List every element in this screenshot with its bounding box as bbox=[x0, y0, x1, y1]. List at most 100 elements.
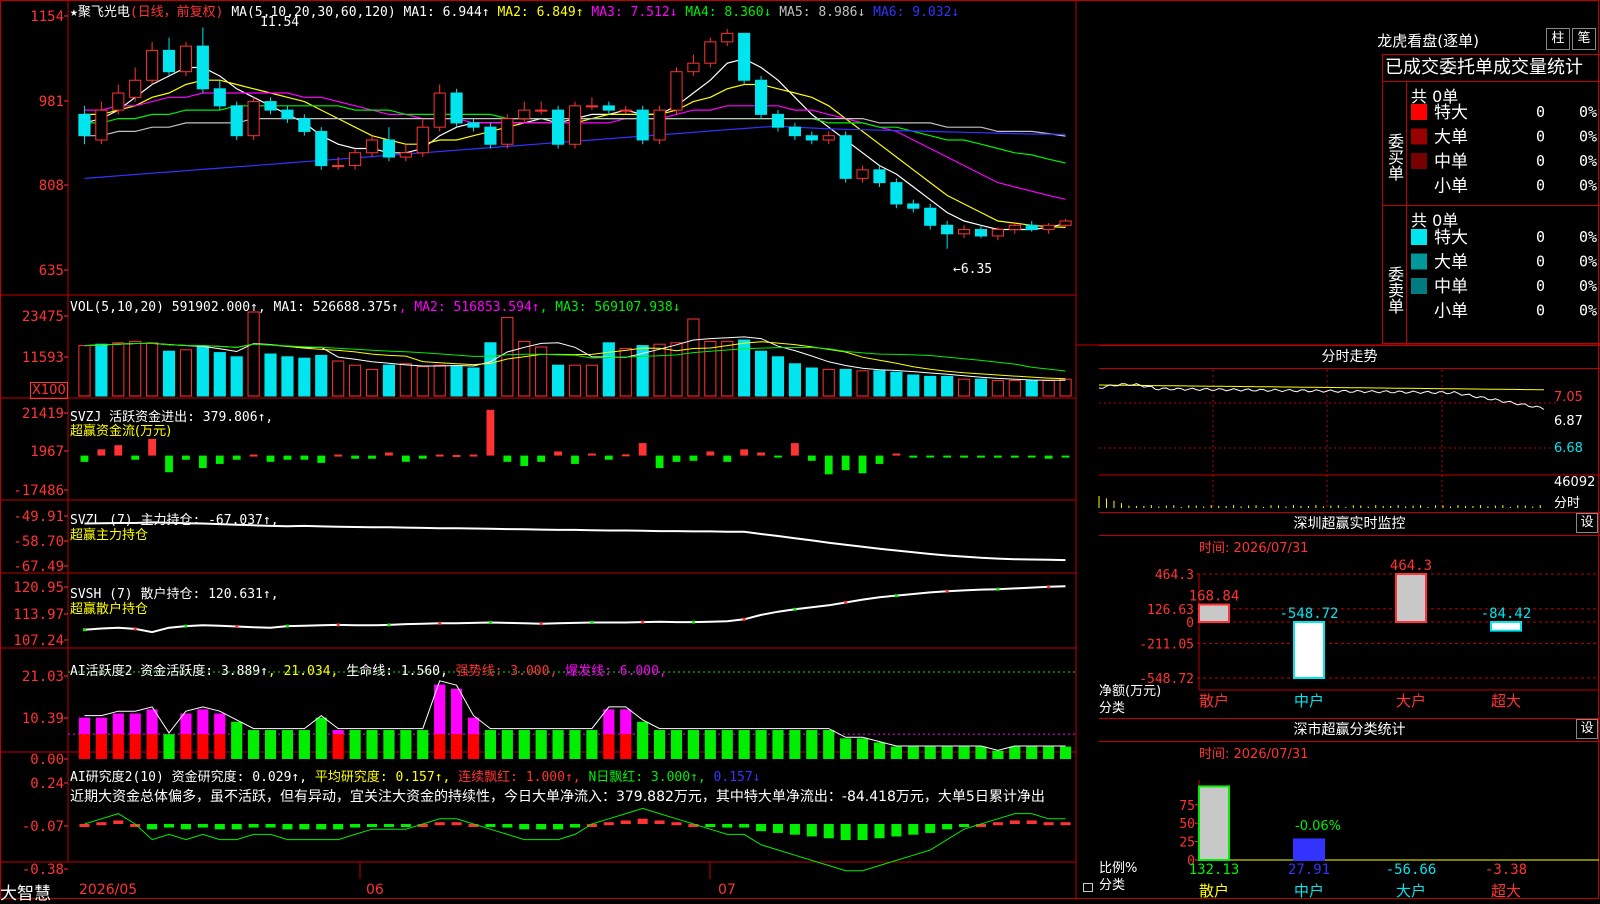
candle-body[interactable] bbox=[196, 45, 209, 90]
fund-flow-bar[interactable] bbox=[215, 455, 224, 464]
fund-flow-bar[interactable] bbox=[317, 455, 326, 463]
volume-bar[interactable] bbox=[941, 375, 954, 397]
activity-bar-hot[interactable] bbox=[467, 717, 480, 735]
candle-body[interactable] bbox=[365, 139, 379, 154]
activity-bar[interactable] bbox=[264, 730, 277, 759]
volume-bar[interactable] bbox=[230, 356, 243, 397]
fund-flow-bar[interactable] bbox=[824, 455, 833, 475]
volume-bar[interactable] bbox=[433, 364, 446, 397]
activity-bar[interactable] bbox=[281, 730, 294, 759]
activity-bar-hot[interactable] bbox=[95, 717, 107, 735]
activity-bar-hot[interactable] bbox=[78, 717, 91, 735]
activity-bar[interactable] bbox=[248, 730, 260, 759]
activity-bar[interactable] bbox=[653, 730, 666, 759]
activity-bar[interactable] bbox=[637, 721, 649, 759]
candle-body[interactable] bbox=[754, 79, 768, 115]
fund-flow-bar[interactable] bbox=[892, 453, 901, 456]
activity-bar-hot[interactable] bbox=[129, 713, 141, 735]
candle-body[interactable] bbox=[974, 229, 988, 237]
fund-flow-bar[interactable] bbox=[97, 449, 106, 456]
activity-bar[interactable] bbox=[687, 730, 699, 759]
research-bar[interactable] bbox=[603, 822, 614, 826]
activity-bar[interactable] bbox=[772, 730, 784, 759]
research-bar[interactable] bbox=[113, 820, 124, 824]
research-bar[interactable] bbox=[519, 824, 530, 830]
activity-bar[interactable] bbox=[823, 730, 835, 759]
volume-bar[interactable] bbox=[332, 360, 345, 397]
fund-flow-bar[interactable] bbox=[706, 451, 715, 456]
activity-bar[interactable] bbox=[569, 730, 581, 759]
volume-bar[interactable] bbox=[907, 374, 920, 397]
activity-bar[interactable] bbox=[383, 730, 395, 759]
activity-bar-base[interactable] bbox=[112, 734, 124, 759]
research-bar[interactable] bbox=[451, 822, 462, 826]
candle-body[interactable] bbox=[332, 165, 345, 168]
fund-flow-bar[interactable] bbox=[807, 455, 816, 461]
fund-flow-bar[interactable] bbox=[148, 438, 157, 456]
activity-bar-hot[interactable] bbox=[112, 713, 124, 735]
activity-bar[interactable] bbox=[535, 730, 547, 759]
volume-bar[interactable] bbox=[839, 368, 852, 397]
activity-bar[interactable] bbox=[349, 730, 361, 759]
candle-body[interactable] bbox=[78, 113, 91, 137]
candle-body[interactable] bbox=[957, 229, 971, 235]
fund-flow-bar[interactable] bbox=[943, 455, 952, 458]
activity-bar[interactable] bbox=[856, 738, 869, 759]
candle-body[interactable] bbox=[619, 109, 632, 112]
candle-body[interactable] bbox=[924, 207, 937, 226]
candle-body[interactable] bbox=[670, 71, 683, 111]
fund-flow-bar[interactable] bbox=[114, 445, 123, 456]
volume-bar[interactable] bbox=[467, 367, 480, 397]
volume-bar[interactable] bbox=[754, 350, 768, 397]
activity-bar-base[interactable] bbox=[78, 734, 91, 759]
research-bar[interactable] bbox=[772, 824, 784, 833]
research-bar[interactable] bbox=[637, 818, 648, 824]
activity-bar[interactable] bbox=[873, 742, 886, 759]
candle-body[interactable] bbox=[518, 109, 531, 120]
research-bar[interactable] bbox=[569, 824, 581, 828]
research-bar[interactable] bbox=[502, 824, 513, 828]
volume-bar[interactable] bbox=[196, 346, 209, 397]
research-bar[interactable] bbox=[265, 824, 276, 828]
candle-body[interactable] bbox=[179, 45, 193, 73]
research-bar[interactable] bbox=[180, 824, 191, 830]
candle-body[interactable] bbox=[856, 169, 869, 179]
candle-body[interactable] bbox=[839, 135, 852, 179]
research-bar[interactable] bbox=[96, 822, 107, 826]
volume-bar[interactable] bbox=[873, 370, 886, 397]
research-bar[interactable] bbox=[739, 824, 750, 828]
fund-flow-bar[interactable] bbox=[554, 451, 562, 456]
volume-bar[interactable] bbox=[179, 349, 193, 397]
candle-body[interactable] bbox=[890, 182, 903, 205]
fund-flow-bar[interactable] bbox=[875, 455, 884, 464]
candle-body[interactable] bbox=[484, 126, 497, 145]
volume-bar[interactable] bbox=[518, 340, 531, 397]
candle-body[interactable] bbox=[416, 126, 429, 154]
volume-bar[interactable] bbox=[484, 342, 497, 397]
fund-flow-bar[interactable] bbox=[334, 454, 343, 457]
activity-bar[interactable] bbox=[670, 730, 683, 759]
fund-flow-bar[interactable] bbox=[841, 455, 850, 471]
fund-flow-bar[interactable] bbox=[249, 454, 258, 457]
candle-body[interactable] bbox=[907, 203, 920, 209]
fund-flow-bar[interactable] bbox=[672, 455, 681, 462]
research-bar[interactable] bbox=[248, 824, 259, 828]
fund-flow-bar[interactable] bbox=[909, 455, 918, 458]
candle-body[interactable] bbox=[771, 113, 785, 128]
period-mode[interactable]: (日线，前复权) bbox=[130, 5, 224, 20]
candle-body[interactable] bbox=[822, 135, 835, 141]
activity-bar[interactable] bbox=[231, 721, 243, 759]
activity-bar[interactable] bbox=[366, 730, 378, 759]
research-bar[interactable] bbox=[942, 824, 953, 830]
activity-bar-hot[interactable] bbox=[197, 709, 209, 735]
research-bar[interactable] bbox=[908, 824, 919, 835]
candle-body[interactable] bbox=[535, 109, 548, 112]
research-bar[interactable] bbox=[400, 824, 411, 827]
research-bar[interactable] bbox=[350, 824, 361, 828]
volume-bar[interactable] bbox=[653, 343, 666, 397]
volume-bar[interactable] bbox=[924, 375, 937, 397]
candle-body[interactable] bbox=[738, 32, 751, 81]
research-bar[interactable] bbox=[536, 824, 547, 830]
fund-flow-bar[interactable] bbox=[435, 454, 444, 457]
research-bar[interactable] bbox=[1009, 820, 1020, 824]
